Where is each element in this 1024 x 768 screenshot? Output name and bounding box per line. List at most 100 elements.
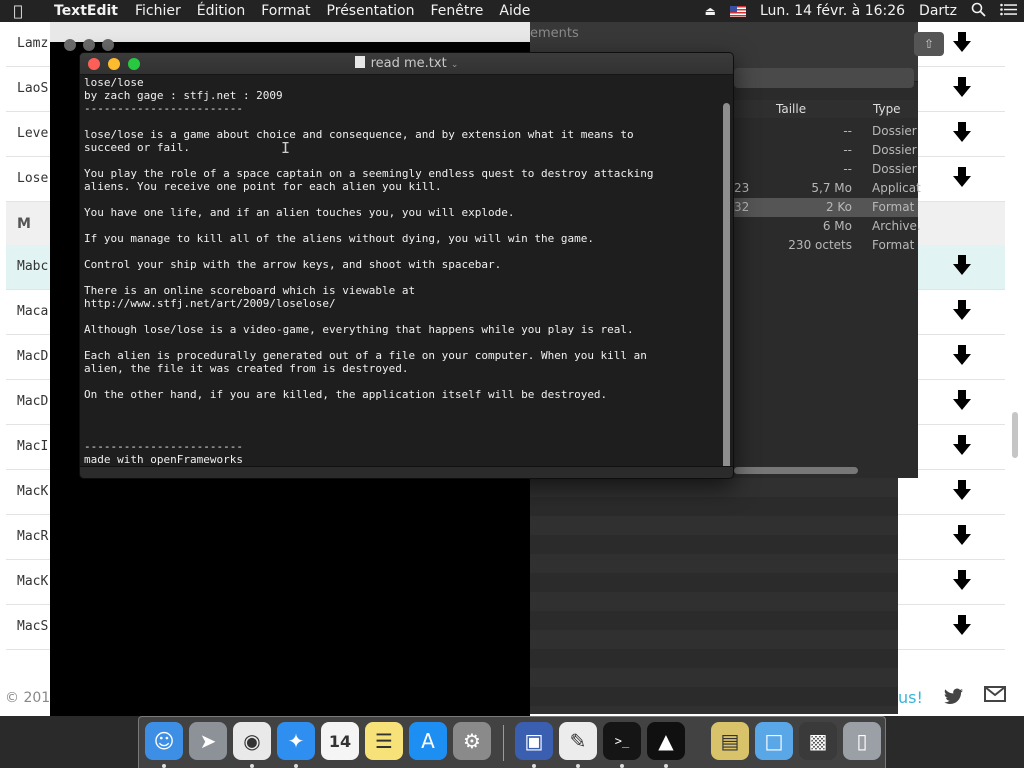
download-arrow-icon[interactable] xyxy=(952,344,972,372)
gear-icon[interactable]: ⚙ xyxy=(453,722,491,760)
menu-edition[interactable]: Édition xyxy=(189,3,253,19)
menu-presentation[interactable]: Présentation xyxy=(319,3,423,19)
menu-fichier[interactable]: Fichier xyxy=(127,3,189,19)
footer-link[interactable]: us! xyxy=(898,688,923,707)
running-indicator xyxy=(576,764,580,768)
finder-file-row[interactable]: -- Dossier xyxy=(734,160,918,179)
menu-aide[interactable]: Aide xyxy=(491,3,538,19)
file-date: 32 xyxy=(734,200,750,214)
compass-icon[interactable]: ✦ xyxy=(277,722,315,760)
download-arrow-icon[interactable] xyxy=(952,524,972,552)
spaceship-icon[interactable]: ▲ xyxy=(647,722,685,760)
download-arrow-icon[interactable] xyxy=(952,569,972,597)
text-vertical-scrollbar[interactable] xyxy=(723,103,730,471)
finder-search-field[interactable] xyxy=(734,68,914,88)
minimize-icon[interactable] xyxy=(83,39,95,51)
ibeam-cursor-icon: I xyxy=(281,139,291,157)
document-line: If you manage to kill all of the aliens … xyxy=(84,232,594,245)
document-line: lose/lose is a game about choice and con… xyxy=(84,128,634,141)
finder-list-background xyxy=(530,478,898,714)
menubar-clock[interactable]: Lun. 14 févr. à 16:26 xyxy=(760,3,905,19)
document-line xyxy=(84,336,720,349)
textedit-icon[interactable]: ✎ xyxy=(559,722,597,760)
notes-icon[interactable]: ☰ xyxy=(365,722,403,760)
menu-app-name[interactable]: TextEdit xyxy=(36,3,127,19)
finder-file-row[interactable]: 23 5,7 Mo Applicat xyxy=(734,179,921,198)
eject-icon[interactable]: ⏏ xyxy=(705,4,716,18)
twitter-icon[interactable] xyxy=(944,688,964,709)
close-icon[interactable] xyxy=(64,39,76,51)
virtualbox-icon[interactable]: ▣ xyxy=(515,722,553,760)
download-arrow-icon[interactable] xyxy=(952,121,972,149)
rocket-icon[interactable]: ➤ xyxy=(189,722,227,760)
dock-separator xyxy=(503,725,504,761)
document-line: ------------------------ xyxy=(84,102,243,115)
document-line: There is an online scoreboard which is v… xyxy=(84,284,416,297)
chrome-icon[interactable]: ◉ xyxy=(233,722,271,760)
apple-menu-icon[interactable]:  xyxy=(0,2,36,20)
download-arrow-icon[interactable] xyxy=(952,166,972,194)
document-title[interactable]: read me.txt ⌄ xyxy=(80,56,733,71)
list-item-name: LaoS xyxy=(17,81,49,96)
file-type: Archive. xyxy=(872,219,921,233)
calendar-icon[interactable]: 14 xyxy=(321,722,359,760)
running-indicator xyxy=(664,764,668,768)
list-item-name: MacS xyxy=(17,619,49,634)
zoom-icon[interactable] xyxy=(102,39,114,51)
document-line: Although lose/lose is a video-game, ever… xyxy=(84,323,634,336)
download-arrow-icon[interactable] xyxy=(952,389,972,417)
file-size: 2 Ko xyxy=(825,200,852,214)
document-line: alien, the file it was created from is d… xyxy=(84,362,409,375)
running-indicator xyxy=(620,764,624,768)
appstore-icon[interactable]: A xyxy=(409,722,447,760)
web-page-scrollbar[interactable] xyxy=(1012,412,1018,458)
finder-horizontal-scrollbar[interactable] xyxy=(734,467,858,474)
title-chevron-down-icon[interactable]: ⌄ xyxy=(451,60,459,70)
dock: ☺ ➤ ◉ ✦ 14 ☰ A ⚙ ▣ ✎ >_ ▲ ▤ □ ▩ ▯ xyxy=(138,716,886,768)
trash-icon[interactable]: ▯ xyxy=(843,722,881,760)
download-arrow-icon[interactable] xyxy=(952,614,972,642)
column-size-header[interactable]: Taille xyxy=(776,102,806,116)
share-button[interactable]: ⇧ xyxy=(914,32,944,56)
folder-icon[interactable]: □ xyxy=(755,722,793,760)
column-type-header[interactable]: Type xyxy=(873,102,901,116)
menu-fenetre[interactable]: Fenêtre xyxy=(422,3,491,19)
spotlight-search-icon[interactable] xyxy=(971,2,986,21)
mail-icon[interactable] xyxy=(984,686,1006,707)
notification-center-icon[interactable] xyxy=(1000,3,1017,20)
finder-file-row[interactable]: -- Dossier xyxy=(734,122,918,141)
document-line: aliens. You receive one point for each a… xyxy=(84,180,442,193)
download-arrow-icon[interactable] xyxy=(952,299,972,327)
document-line: Control your ship with the arrow keys, a… xyxy=(84,258,502,271)
list-item-name: MacR xyxy=(17,529,49,544)
file-type: Dossier xyxy=(872,162,917,176)
menubar-user[interactable]: Dartz xyxy=(919,3,957,19)
running-indicator xyxy=(162,764,166,768)
file-type: Applicat xyxy=(872,181,921,195)
running-indicator xyxy=(532,764,536,768)
download-arrow-icon[interactable] xyxy=(952,254,972,282)
screenshot-stack-icon[interactable]: ▩ xyxy=(799,722,837,760)
finder-file-row[interactable]: 230 octets Format xyxy=(734,236,918,255)
document-line: You have one life, and if an alien touch… xyxy=(84,206,515,219)
download-arrow-icon[interactable] xyxy=(952,76,972,104)
finder-icon[interactable]: ☺ xyxy=(145,722,183,760)
input-source-flag-icon[interactable] xyxy=(730,5,746,17)
menu-format[interactable]: Format xyxy=(253,3,318,19)
textedit-titlebar[interactable]: read me.txt ⌄ xyxy=(80,53,733,75)
downloads-stack-icon[interactable]: ▤ xyxy=(711,722,749,760)
finder-file-row[interactable]: -- Dossier xyxy=(734,141,918,160)
finder-file-row[interactable]: 6 Mo Archive. xyxy=(734,217,921,236)
download-arrow-icon[interactable] xyxy=(952,31,972,59)
terminal-icon[interactable]: >_ xyxy=(603,722,641,760)
document-text[interactable]: lose/lose by zach gage : stfj.net : 2009-… xyxy=(84,76,720,466)
document-line: succeed or fail. xyxy=(84,141,190,154)
text-area[interactable]: lose/lose by zach gage : stfj.net : 2009-… xyxy=(80,76,733,471)
document-line xyxy=(84,245,720,258)
document-line: ------------------------ xyxy=(84,440,243,453)
document-line xyxy=(84,115,720,128)
download-arrow-icon[interactable] xyxy=(952,479,972,507)
game-window-titlebar xyxy=(50,22,530,42)
download-arrow-icon[interactable] xyxy=(952,434,972,462)
finder-file-row[interactable]: 32 2 Ko Format xyxy=(734,198,918,217)
